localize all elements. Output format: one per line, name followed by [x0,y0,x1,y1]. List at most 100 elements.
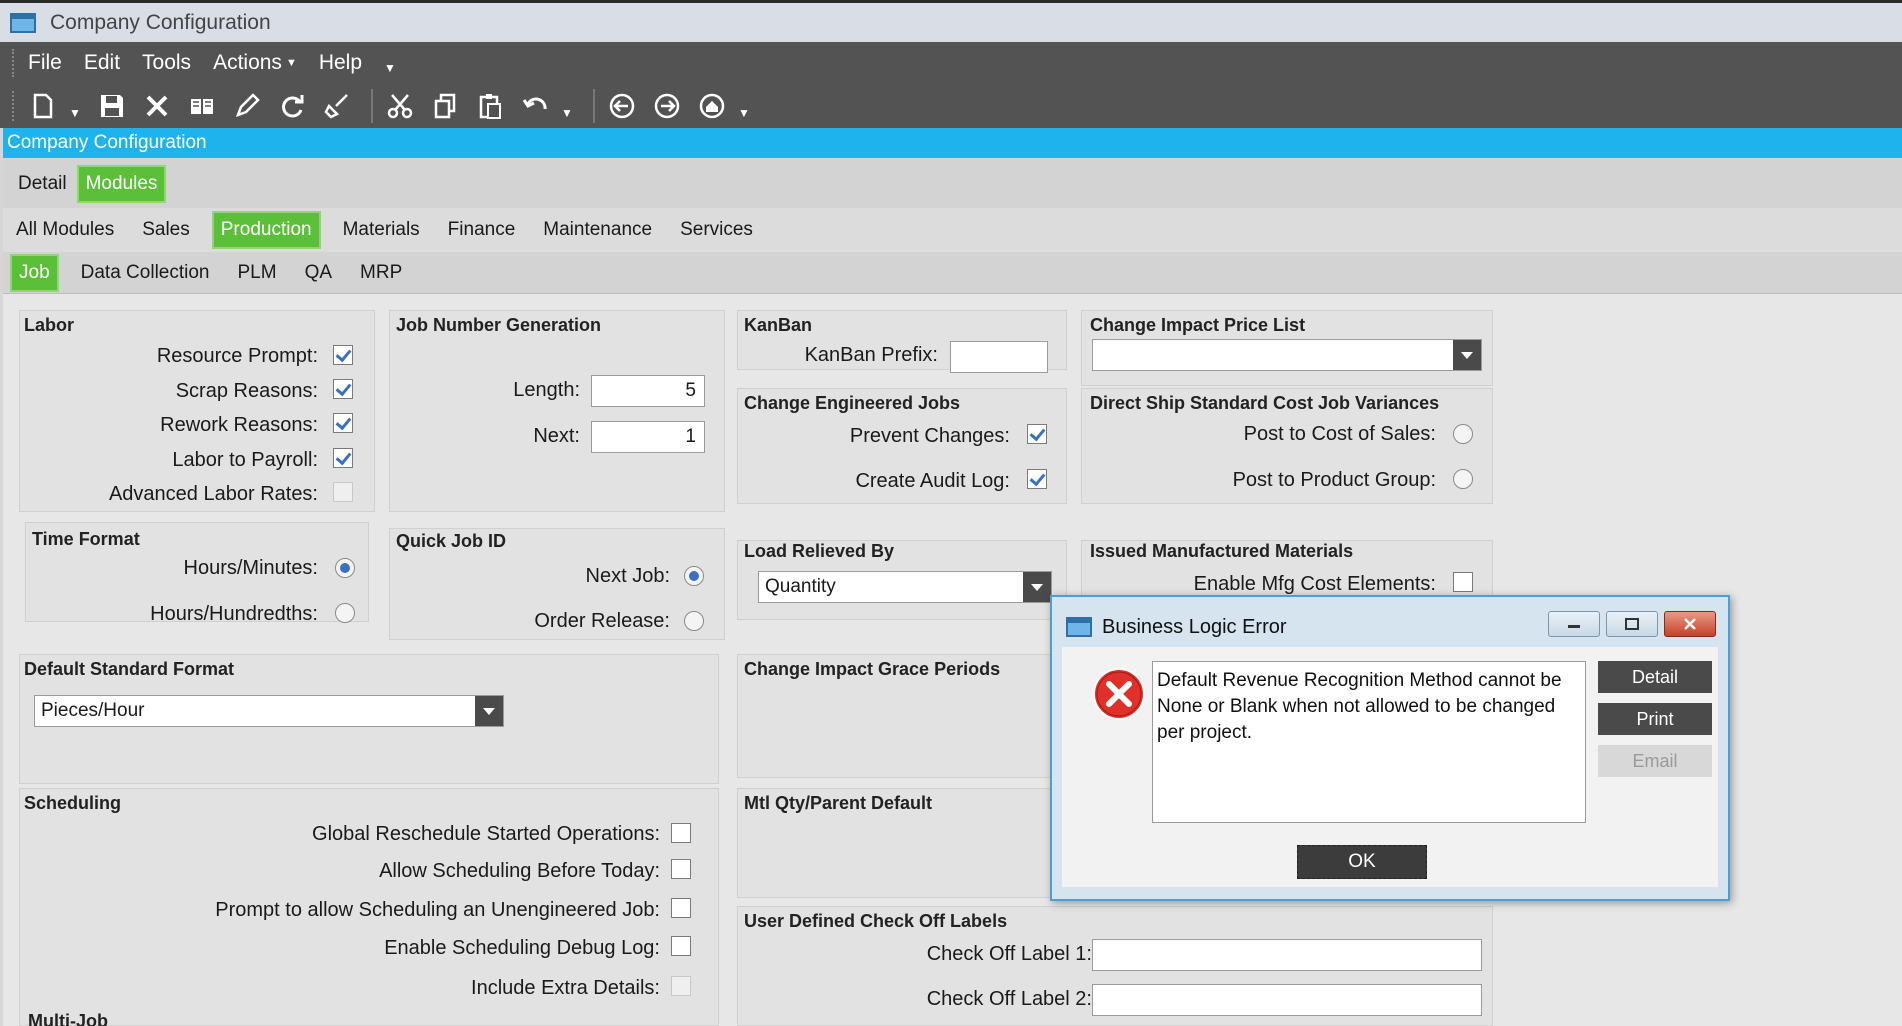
check-off-panel: User Defined Check Off Labels Check Off … [737,906,1493,1026]
default-standard-format-value: Pieces/Hour [41,700,145,721]
menu-bar: File Edit Tools Actions ▼ Help ▼ [0,42,1902,84]
menu-actions[interactable]: Actions ▼ [213,51,297,75]
save-icon[interactable] [93,87,131,125]
resource-prompt-checkbox[interactable] [333,345,353,365]
forward-icon[interactable] [648,87,686,125]
new-dropdown-icon[interactable]: ▼ [69,106,83,120]
undo-dropdown-icon[interactable]: ▼ [561,106,575,120]
post-product-group-radio[interactable] [1453,469,1473,489]
include-extra-checkbox[interactable] [671,976,691,996]
grace-periods-panel: Change Impact Grace Periods [737,654,1067,778]
allow-before-today-checkbox[interactable] [671,859,691,879]
chevron-down-icon[interactable] [1023,572,1051,602]
tab-sales[interactable]: Sales [136,213,196,247]
menu-help[interactable]: Help [319,51,362,75]
next-job-radio[interactable] [684,566,704,586]
tab-production[interactable]: Production [211,211,321,249]
cut-icon[interactable] [381,87,419,125]
close-icon[interactable] [1664,611,1716,637]
labor-panel: Labor Resource Prompt: Scrap Reasons: Re… [19,310,375,512]
next-job-label: Next Job: [585,565,670,587]
time-format-panel: Time Format Hours/Minutes: Hours/Hundred… [25,522,369,625]
job-number-title: Job Number Generation [396,315,602,335]
menu-file[interactable]: File [28,51,62,75]
tab-mrp[interactable]: MRP [354,256,408,290]
scheduling-panel: Scheduling Global Reschedule Started Ope… [19,788,719,1026]
default-standard-format-title: Default Standard Format [24,659,235,679]
back-icon[interactable] [603,87,641,125]
menu-tools[interactable]: Tools [142,51,191,75]
new-icon[interactable] [24,87,62,125]
print-button[interactable]: Print [1598,703,1712,735]
detail-button[interactable]: Detail [1598,661,1712,693]
price-list-title: Change Impact Price List [1090,315,1306,335]
advanced-labor-rates-checkbox[interactable] [333,482,353,502]
job-number-panel: Job Number Generation Length: 5 Next: 1 [389,310,725,512]
price-list-select[interactable] [1092,339,1482,371]
allow-before-today-label: Allow Scheduling Before Today: [379,860,660,882]
kanban-prefix-label: KanBan Prefix: [804,344,938,366]
next-input[interactable]: 1 [591,421,705,453]
kanban-panel: KanBan KanBan Prefix: [737,310,1067,373]
toolbar-overflow-icon[interactable]: ▼ [738,106,752,120]
email-button[interactable]: Email [1598,745,1712,777]
default-standard-format-select[interactable]: Pieces/Hour [34,695,504,727]
tab-detail[interactable]: Detail [12,167,73,201]
direct-ship-panel: Direct Ship Standard Cost Job Variances … [1081,388,1493,504]
hours-minutes-radio[interactable] [335,558,355,578]
menu-overflow-icon[interactable]: ▼ [384,61,396,75]
hours-hundredths-label: Hours/Hundredths: [150,603,318,625]
maximize-icon[interactable] [1606,611,1658,637]
prompt-unengineered-checkbox[interactable] [671,898,691,918]
order-release-radio[interactable] [684,611,704,631]
tab-maintenance[interactable]: Maintenance [537,213,658,247]
post-cost-of-sales-radio[interactable] [1453,424,1473,444]
home-icon[interactable] [693,87,731,125]
menu-edit[interactable]: Edit [84,51,120,75]
load-relieved-title: Load Relieved By [744,541,895,561]
toolbar-separator [371,89,373,123]
chevron-down-icon[interactable] [1453,340,1481,370]
tab-materials[interactable]: Materials [337,213,426,247]
scrap-reasons-checkbox[interactable] [333,379,353,399]
tab-all-modules[interactable]: All Modules [12,213,120,247]
tab-data-collection[interactable]: Data Collection [75,256,216,290]
pencil-icon[interactable] [228,87,266,125]
tab-modules[interactable]: Modules [76,165,167,203]
direct-ship-title: Direct Ship Standard Cost Job Variances [1090,393,1440,413]
order-release-label: Order Release: [534,610,670,632]
kanban-prefix-input[interactable] [950,341,1048,373]
audit-log-checkbox[interactable] [1027,469,1047,489]
tab-services[interactable]: Services [674,213,759,247]
post-cost-of-sales-label: Post to Cost of Sales: [1243,423,1436,445]
prevent-changes-checkbox[interactable] [1027,424,1047,444]
labor-to-payroll-checkbox[interactable] [333,448,353,468]
top-tabs: Detail Modules [3,160,1902,208]
ok-button[interactable]: OK [1297,845,1427,879]
broom-icon[interactable] [318,87,356,125]
global-reschedule-checkbox[interactable] [671,823,691,843]
length-input[interactable]: 5 [591,375,705,407]
tab-qa[interactable]: QA [299,256,338,290]
debug-log-checkbox[interactable] [671,936,691,956]
check-off-input-2[interactable] [1092,984,1482,1016]
kanban-title: KanBan [744,315,813,335]
open-book-icon[interactable] [183,87,221,125]
minimize-icon[interactable] [1548,611,1600,637]
check-off-input-1[interactable] [1092,939,1482,971]
app-window-icon [1066,617,1092,637]
tab-plm[interactable]: PLM [231,256,282,290]
chevron-down-icon[interactable] [475,696,503,726]
enable-mfg-cost-checkbox[interactable] [1453,572,1473,592]
hours-hundredths-radio[interactable] [335,603,355,623]
refresh-icon[interactable] [273,87,311,125]
mtl-qty-panel: Mtl Qty/Parent Default [737,788,1067,898]
rework-reasons-checkbox[interactable] [333,413,353,433]
copy-icon[interactable] [426,87,464,125]
load-relieved-select[interactable]: Quantity [758,571,1052,603]
tab-job[interactable]: Job [10,253,59,292]
undo-icon[interactable] [516,87,554,125]
tab-finance[interactable]: Finance [442,213,522,247]
delete-icon[interactable] [138,87,176,125]
paste-icon[interactable] [471,87,509,125]
